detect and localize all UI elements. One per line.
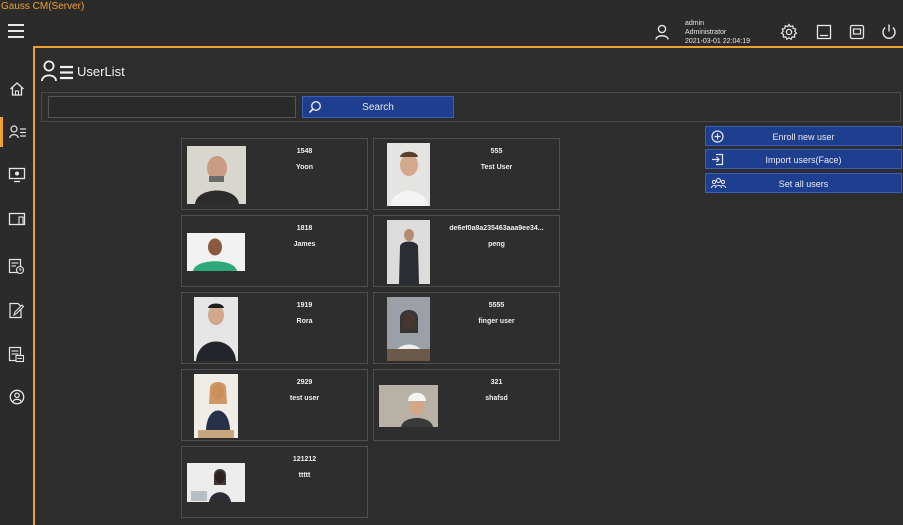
window-icon[interactable] — [848, 23, 866, 41]
user-name: finger user — [478, 318, 515, 325]
search-input[interactable] — [48, 96, 296, 118]
sidebar — [0, 47, 33, 525]
display-icon — [8, 167, 25, 183]
user-name: ttttt — [298, 472, 311, 479]
user-name: Yoon — [296, 164, 313, 171]
monitor-icon[interactable] — [815, 23, 833, 41]
sidebar-item-users[interactable] — [0, 117, 33, 147]
user-card[interactable]: 1548 Yoon — [181, 138, 368, 210]
sidebar-item-terminals[interactable] — [0, 204, 33, 234]
search-button-label: Search — [362, 102, 394, 113]
sidebar-item-logs[interactable] — [0, 251, 33, 281]
sidebar-item-reports[interactable] — [0, 339, 33, 369]
title-bar: Gauss CM(Server) — [0, 0, 903, 16]
user-card[interactable]: 1919 Rora — [181, 292, 368, 364]
search-bar: Search — [41, 92, 901, 122]
user-name: admin — [685, 20, 705, 27]
user-id: 1548 — [296, 148, 313, 155]
user-name: James — [293, 241, 316, 248]
user-card[interactable]: 321 shafsd — [373, 369, 560, 441]
home-icon — [9, 82, 24, 96]
document-edit-icon — [9, 302, 25, 318]
user-id: 5555 — [488, 302, 505, 309]
sidebar-item-edit[interactable] — [0, 295, 33, 325]
user-role: Administrator — [685, 29, 727, 36]
gear-icon[interactable] — [780, 23, 798, 41]
user-name: test user — [289, 395, 320, 402]
page-title: UserList — [77, 63, 125, 79]
user-info: admin Administrator 2021-03-01 22:04:19 — [685, 19, 750, 46]
user-card[interactable]: 2929 test user — [181, 369, 368, 441]
user-card[interactable]: 1818 James — [181, 215, 368, 287]
page-header: UserList — [41, 60, 125, 82]
import-users-label: Import users(Face) — [765, 155, 842, 165]
user-card[interactable]: 5555 finger user — [373, 292, 560, 364]
user-id: 121212 — [292, 456, 317, 463]
user-photo — [387, 297, 430, 361]
user-name: peng — [488, 241, 505, 248]
import-users-button[interactable]: Import users(Face) — [705, 149, 902, 169]
user-photo — [194, 297, 238, 361]
account-circle-icon — [9, 389, 24, 405]
sidebar-item-home[interactable] — [0, 74, 33, 104]
user-id: 2929 — [296, 379, 313, 386]
user-id: 321 — [490, 379, 503, 386]
app-title: Gauss CM(Server) — [1, 1, 85, 12]
user-name: Rora — [296, 318, 313, 325]
user-list-icon — [9, 125, 26, 139]
search-button[interactable]: Search — [302, 96, 454, 118]
sidebar-item-account[interactable] — [0, 382, 33, 412]
set-all-users-button[interactable]: Set all users — [705, 173, 902, 193]
user-icon — [655, 24, 669, 40]
app-window: Gauss CM(Server) admin Administrator 202… — [0, 0, 903, 525]
menu-icon[interactable] — [8, 24, 24, 40]
user-list-icon — [41, 60, 73, 82]
report-icon — [8, 346, 25, 362]
user-card[interactable]: 555 Test User — [373, 138, 560, 210]
user-id: 1919 — [296, 302, 313, 309]
user-photo — [379, 385, 438, 427]
user-photo — [194, 374, 238, 438]
enroll-new-user-button[interactable]: Enroll new user — [705, 126, 902, 146]
top-bar: admin Administrator 2021-03-01 22:04:19 — [0, 16, 903, 47]
tablet-icon — [8, 212, 25, 226]
user-photo — [387, 143, 430, 206]
set-all-users-label: Set all users — [778, 179, 829, 189]
user-photo — [187, 233, 245, 271]
user-card[interactable]: 121212 ttttt — [181, 446, 368, 518]
user-photo — [187, 146, 246, 204]
power-icon[interactable] — [880, 23, 898, 41]
log-clock-icon — [8, 258, 25, 274]
main-panel: UserList Search 1548 Yoon 555 Test User … — [33, 46, 903, 525]
user-card[interactable]: de6ef0a8a235463aaa9ee34... peng — [373, 215, 560, 287]
user-photo — [187, 463, 245, 502]
user-name: shafsd — [485, 395, 508, 402]
user-id: 1818 — [296, 225, 313, 232]
user-id: 555 — [490, 148, 503, 155]
user-photo — [387, 220, 430, 284]
enroll-new-user-label: Enroll new user — [772, 132, 835, 142]
user-name: Test User — [480, 164, 513, 171]
current-datetime: 2021-03-01 22:04:19 — [685, 38, 750, 45]
user-id: de6ef0a8a235463aaa9ee34... — [449, 225, 544, 232]
sidebar-item-devices[interactable] — [0, 160, 33, 190]
